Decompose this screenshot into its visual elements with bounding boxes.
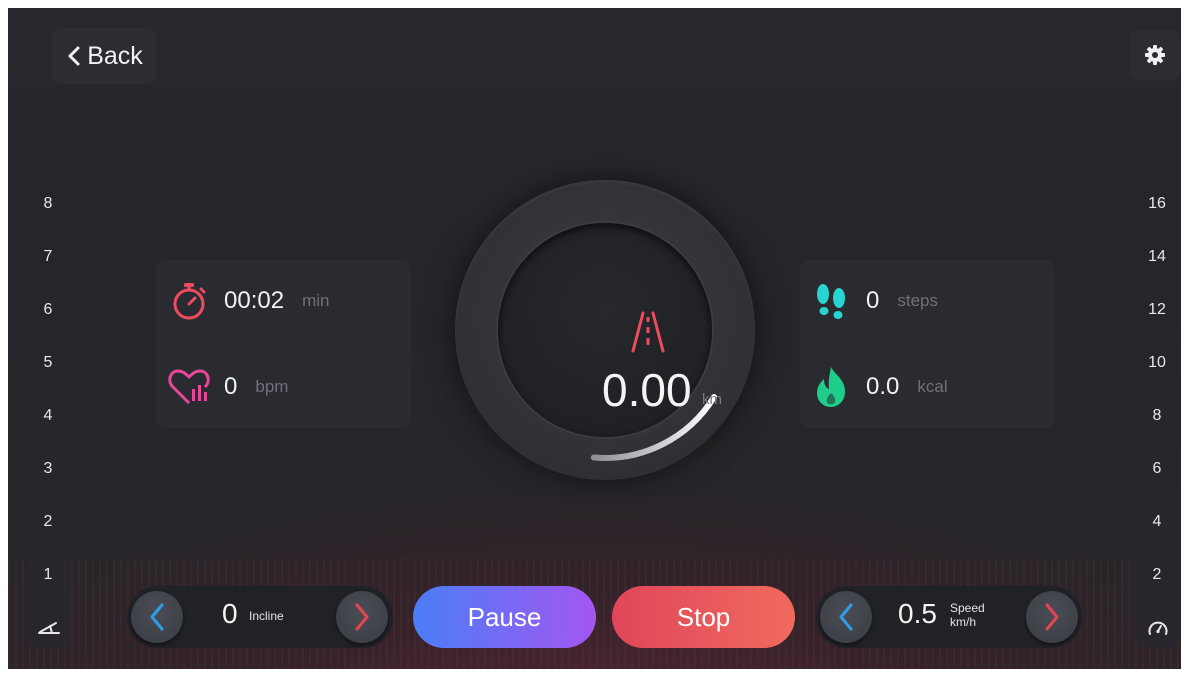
chevron-right-icon [355,603,369,631]
calories-stat: 0.0 kcal [808,364,948,410]
speed-tick[interactable]: 16 [1135,195,1179,213]
speed-tick[interactable]: 8 [1135,407,1179,425]
road-icon [631,311,665,353]
incline-value: 0 [222,598,238,629]
heart-rate-stat: 0 bpm [166,364,288,410]
speed-tick[interactable]: 2 [1135,566,1179,584]
incline-icon [38,622,60,634]
incline-tick[interactable]: 7 [26,248,70,266]
incline-tick[interactable]: 4 [26,407,70,425]
speed-tick[interactable]: 6 [1135,460,1179,478]
calories-unit: kcal [917,377,948,396]
incline-increase-button[interactable] [336,591,388,643]
settings-button[interactable] [1130,30,1180,80]
back-button[interactable]: Back [52,28,156,84]
steps-calories-card: 0 steps 0.0 kcal [800,260,1055,428]
speed-tick[interactable]: 14 [1135,248,1179,266]
speedometer-icon [1148,621,1168,635]
speed-decrease-button[interactable] [820,591,872,643]
back-label: Back [87,41,143,70]
incline-decrease-button[interactable] [131,591,183,643]
distance-dial: 0.00 km [455,180,755,480]
incline-tick[interactable]: 8 [26,195,70,213]
flame-icon [808,364,854,410]
incline-tick[interactable]: 2 [26,513,70,531]
chevron-right-icon [1045,603,1059,631]
stopwatch-icon [166,278,212,324]
incline-tick[interactable]: 5 [26,354,70,372]
pause-button[interactable]: Pause [413,586,596,648]
distance-value: 0.00 [602,364,692,416]
heart-rate-unit: bpm [255,377,289,396]
speed-label: Speed [950,601,985,615]
dial-center: 0.00 km [498,223,722,437]
speed-increase-button[interactable] [1026,591,1078,643]
incline-tick[interactable]: 3 [26,460,70,478]
calories-value: 0.0 [866,373,900,400]
gear-icon [1145,45,1165,65]
chevron-left-icon [68,46,80,66]
heart-rate-icon [166,364,212,410]
incline-label: Incline [249,609,284,623]
speed-scale[interactable]: 16 14 12 10 8 6 4 2 [1135,173,1179,648]
time-value: 00:02 [224,287,285,314]
incline-scale[interactable]: 8 7 6 5 4 3 2 1 [26,173,70,648]
speed-tick[interactable]: 10 [1135,354,1179,372]
speed-tick[interactable]: 4 [1135,513,1179,531]
distance-unit: km [702,391,722,408]
incline-tick[interactable]: 6 [26,301,70,319]
steps-unit: steps [897,291,938,310]
time-heart-card: 00:02 min 0 bpm [156,260,411,428]
chevron-left-icon [839,603,853,631]
speed-tick[interactable]: 12 [1135,301,1179,319]
treadmill-screen: Back 8 7 6 5 4 3 2 1 16 14 12 10 8 6 4 2… [8,8,1181,669]
speed-unit: km/h [950,615,977,629]
steps-value: 0 [866,287,880,314]
time-stat: 00:02 min [166,278,329,324]
speed-value: 0.5 [898,598,937,629]
stop-button[interactable]: Stop [612,586,795,648]
steps-stat: 0 steps [808,278,938,324]
chevron-left-icon [150,603,164,631]
time-unit: min [302,291,330,310]
incline-tick[interactable]: 1 [26,566,70,584]
footsteps-icon [808,278,854,324]
heart-rate-value: 0 [224,373,238,400]
